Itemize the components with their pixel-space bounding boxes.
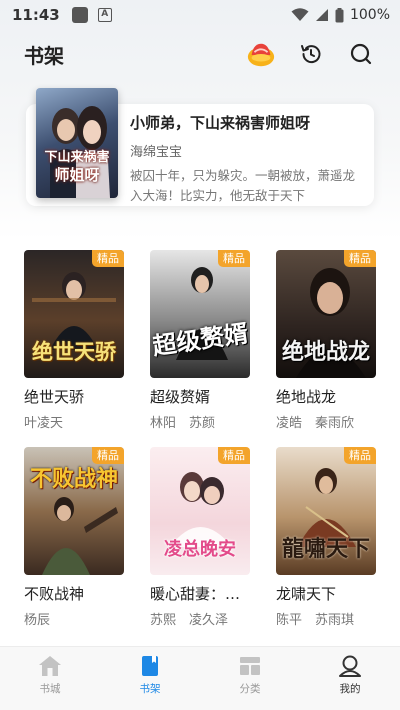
book-author: 杨辰 bbox=[24, 613, 51, 628]
book-author: 苏熙 凌久泽 bbox=[150, 613, 229, 628]
home-icon bbox=[39, 656, 61, 676]
featured-cover-line2: 师姐呀 bbox=[54, 166, 100, 184]
book-cover[interactable]: 精品 凌总晚安 bbox=[150, 447, 250, 575]
tab-profile[interactable]: 我的 bbox=[300, 647, 400, 710]
battery-percent: 100% bbox=[349, 7, 390, 23]
featured-cover-line1: 下山来祸害 bbox=[44, 150, 110, 165]
tab-label: 书架 bbox=[139, 683, 161, 695]
category-icon bbox=[240, 657, 260, 675]
book-cover[interactable]: 精品 龍嘯天下 bbox=[276, 447, 376, 575]
cover-title: 龍嘯天下 bbox=[281, 536, 370, 562]
tab-bookstore[interactable]: 书城 bbox=[0, 647, 100, 710]
header-actions bbox=[246, 39, 376, 69]
premium-badge: 精品 bbox=[344, 447, 376, 464]
tab-bookshelf[interactable]: 书架 bbox=[100, 647, 200, 710]
book-cover[interactable]: 精品 不败战神 bbox=[24, 447, 124, 575]
book-title: 超级赘婿 bbox=[150, 388, 211, 406]
book-title: 暖心甜妻：… bbox=[150, 585, 241, 603]
premium-badge: 精品 bbox=[218, 250, 250, 267]
cover-title: 绝地战龙 bbox=[281, 339, 370, 365]
page-title: 书架 bbox=[24, 43, 64, 68]
a-notification-icon: A bbox=[97, 8, 112, 22]
book-item[interactable]: 精品 龍嘯天下 龙啸天下 陈平 苏雨琪 bbox=[276, 447, 376, 628]
status-right: 100% bbox=[291, 7, 390, 23]
bottom-tab-bar: 书城 书架 分类 我的 bbox=[0, 646, 400, 710]
book-cover[interactable]: 精品 绝世天骄 bbox=[24, 250, 124, 378]
wifi-icon bbox=[291, 8, 309, 21]
tab-label: 我的 bbox=[339, 683, 361, 695]
tab-category[interactable]: 分类 bbox=[200, 647, 300, 710]
book-author: 林阳 苏颜 bbox=[150, 416, 216, 431]
featured-description: 被囚十年，只为躲灾。一朝被放，萧遥龙入大海！比实力，他无敌于天下 bbox=[130, 168, 356, 203]
book-author: 陈平 苏雨琪 bbox=[276, 613, 355, 628]
book-item[interactable]: 精品 凌总晚安 暖心甜妻：… 苏熙 凌久泽 bbox=[150, 447, 250, 628]
book-item[interactable]: 精品 绝地战龙 绝地战龙 凌皓 秦雨欣 bbox=[276, 250, 376, 431]
book-item[interactable]: 精品 超级赘婿 超级赘婿 林阳 苏颜 bbox=[150, 250, 250, 431]
bookshelf-icon bbox=[142, 656, 158, 676]
history-icon bbox=[301, 45, 321, 64]
book-title: 不败战神 bbox=[24, 585, 85, 603]
status-time: 11:43 bbox=[12, 6, 60, 24]
cover-title: 凌总晚安 bbox=[164, 539, 236, 560]
book-item[interactable]: 精品 绝世天骄 绝世天骄 叶凌天 bbox=[24, 250, 124, 431]
search-button[interactable] bbox=[346, 39, 376, 69]
featured-title: 小师弟，下山来祸害师姐呀 bbox=[130, 114, 311, 132]
app-header: 书架 bbox=[0, 34, 400, 74]
bookshelf-grid: 精品 绝世天骄 绝世天骄 叶凌天 精品 超级赘婿 超级赘婿 林阳 苏颜 精品 绝… bbox=[24, 250, 376, 628]
book-title: 绝世天骄 bbox=[24, 388, 85, 406]
book-title: 绝地战龙 bbox=[276, 388, 337, 406]
gift-icon bbox=[247, 43, 275, 67]
premium-badge: 精品 bbox=[92, 250, 124, 267]
profile-icon bbox=[339, 655, 361, 677]
featured-book-card[interactable]: 下山来祸害 师姐呀 小师弟，下山来祸害师姐呀 海绵宝宝 被囚十年，只为躲灾。一朝… bbox=[26, 88, 374, 206]
featured-author: 海绵宝宝 bbox=[130, 145, 183, 160]
book-cover[interactable]: 精品 绝地战龙 bbox=[276, 250, 376, 378]
gift-button[interactable] bbox=[246, 39, 276, 69]
battery-icon bbox=[335, 7, 344, 22]
book-cover[interactable]: 精品 超级赘婿 bbox=[150, 250, 250, 378]
signal-icon bbox=[315, 9, 328, 21]
tab-label: 分类 bbox=[239, 683, 261, 695]
status-bar: 11:43 A 100% bbox=[0, 0, 400, 30]
book-author: 凌皓 秦雨欣 bbox=[276, 416, 355, 431]
cover-title: 不败战神 bbox=[29, 466, 118, 492]
notification-icon bbox=[71, 7, 88, 23]
featured-info: 小师弟，下山来祸害师姐呀 海绵宝宝 被囚十年，只为躲灾。一朝被放，萧遥龙入大海！… bbox=[130, 112, 364, 206]
premium-badge: 精品 bbox=[218, 447, 250, 464]
history-button[interactable] bbox=[296, 39, 326, 69]
cover-title: 绝世天骄 bbox=[32, 339, 116, 364]
search-icon bbox=[350, 43, 372, 65]
book-author: 叶凌天 bbox=[24, 416, 64, 431]
book-item[interactable]: 精品 不败战神 不败战神 杨辰 bbox=[24, 447, 124, 628]
featured-book-cover[interactable]: 下山来祸害 师姐呀 bbox=[36, 88, 118, 198]
premium-badge: 精品 bbox=[344, 250, 376, 267]
tab-label: 书城 bbox=[39, 683, 61, 695]
book-title: 龙啸天下 bbox=[276, 585, 337, 603]
